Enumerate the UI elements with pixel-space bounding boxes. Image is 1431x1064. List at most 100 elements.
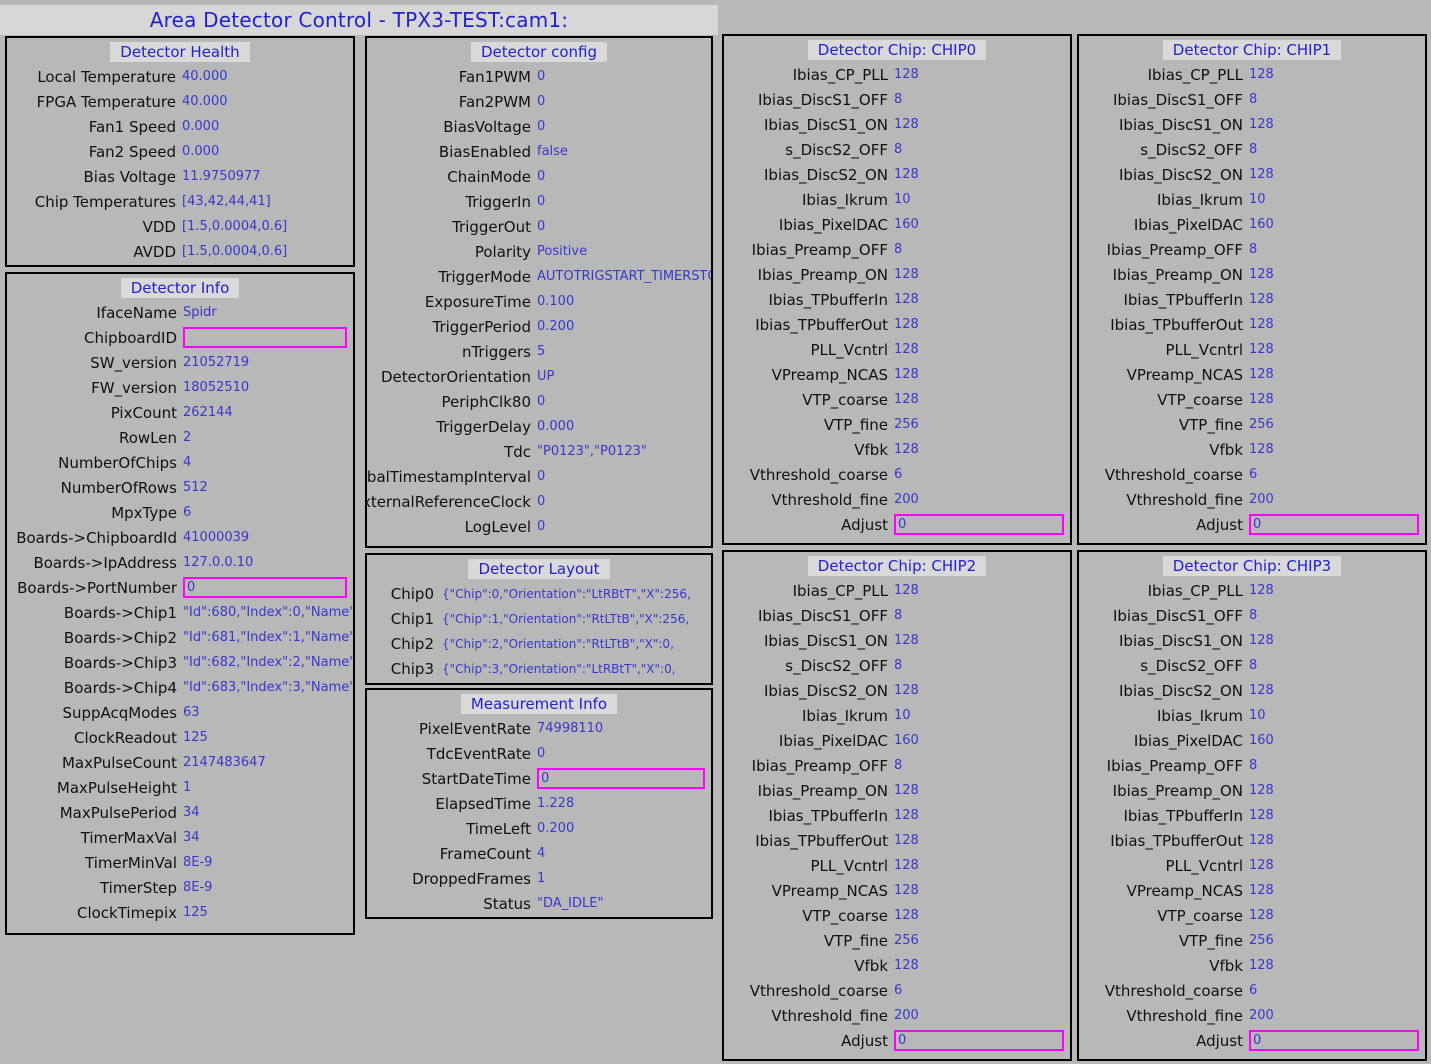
panel-title-detector-health: Detector Health — [110, 42, 250, 62]
param-label: Ibias_TPbufferIn — [1123, 806, 1243, 825]
param-row: ChipboardID — [7, 325, 353, 350]
param-row: MaxPulsePeriod 34 — [7, 800, 353, 825]
param-row: VTP_fine 256 — [724, 412, 1070, 437]
param-input-adjust[interactable]: 0 — [894, 1030, 1064, 1051]
param-label: Ibias_Preamp_ON — [757, 781, 888, 800]
param-label: Ibias_Preamp_OFF — [751, 240, 888, 259]
param-label: Ibias_Preamp_ON — [757, 265, 888, 284]
param-row: ExposureTime 0.100 — [367, 289, 711, 314]
param-input-chipboardid[interactable] — [183, 327, 347, 348]
param-value: 0 — [537, 394, 546, 409]
param-value: 0 — [537, 94, 546, 109]
param-row: Ibias_PixelDAC 160 — [724, 212, 1070, 237]
param-row: TriggerMode AUTOTRIGSTART_TIMERSTOP — [367, 264, 711, 289]
param-row: Bias Voltage 11.9750977 — [7, 164, 353, 189]
param-row: Ibias_Preamp_ON 128 — [724, 778, 1070, 803]
param-label: TdcEventRate — [426, 744, 531, 763]
param-label: Ibias_Ikrum — [1156, 190, 1243, 209]
param-label: Bias Voltage — [83, 167, 177, 186]
param-input-adjust[interactable]: 0 — [1249, 1030, 1419, 1051]
param-label: s_DiscS2_OFF — [785, 140, 888, 159]
param-value: 128 — [1249, 908, 1274, 923]
param-row: VTP_coarse 128 — [1079, 903, 1425, 928]
param-row: Ibias_TPbufferIn 128 — [724, 803, 1070, 828]
param-value: 8 — [894, 758, 903, 773]
param-row: Ibias_DiscS1_OFF 8 — [724, 87, 1070, 112]
param-row: Vfbk 128 — [724, 953, 1070, 978]
param-value: 0.200 — [537, 821, 575, 836]
panel-detector-config: Detector config Fan1PWM 0 Fan2PWM 0 BiasVolt… — [365, 36, 713, 548]
param-label: Vthreshold_coarse — [1104, 981, 1243, 1000]
param-label: VTP_coarse — [802, 906, 888, 925]
param-value: UP — [537, 369, 555, 384]
param-row: Chip2 {"Chip":2,"Orientation":"RtLTtB","X… — [367, 631, 711, 656]
param-value: 128 — [1249, 958, 1274, 973]
param-row: Ibias_TPbufferOut 128 — [1079, 828, 1425, 853]
param-value: 8 — [1249, 758, 1258, 773]
param-row: Ibias_DiscS2_ON 128 — [724, 678, 1070, 703]
param-label: Fan2PWM — [458, 92, 531, 111]
param-value: 18052510 — [183, 380, 250, 395]
param-input-wrapper: 0 — [894, 1030, 1070, 1051]
param-label: Adjust — [841, 515, 888, 534]
param-label: DetectorOrientation — [380, 367, 531, 386]
param-row: SuppAcqModes 63 — [7, 700, 353, 725]
param-row: VTP_coarse 128 — [724, 387, 1070, 412]
param-label: PixCount — [110, 403, 177, 422]
param-row: Status "DA_IDLE" — [367, 891, 711, 916]
param-row: DroppedFrames 1 — [367, 866, 711, 891]
param-value: 6 — [1249, 983, 1258, 998]
param-value: {"Chip":2,"Orientation":"RtLTtB","X":0, — [442, 636, 674, 651]
param-label: ElapsedTime — [435, 794, 531, 813]
param-value: 8 — [1249, 142, 1258, 157]
param-label: s_DiscS2_OFF — [1140, 140, 1243, 159]
param-value: 6 — [183, 505, 192, 520]
param-value: 128 — [1249, 342, 1274, 357]
param-label: Adjust — [1196, 1031, 1243, 1050]
param-row: VTP_fine 256 — [1079, 928, 1425, 953]
param-label: Ibias_CP_PLL — [792, 65, 888, 84]
param-label: IfaceName — [96, 303, 177, 322]
param-label: Ibias_Ikrum — [1156, 706, 1243, 725]
param-value: 512 — [183, 480, 208, 495]
param-row: TriggerIn 0 — [367, 189, 711, 214]
param-label: TriggerPeriod — [432, 317, 531, 336]
param-row: PixCount 262144 — [7, 400, 353, 425]
param-row: Ibias_Preamp_OFF 8 — [1079, 237, 1425, 262]
param-row: s_DiscS2_OFF 8 — [724, 653, 1070, 678]
rows-measurement-info: PixelEventRate 74998110 TdcEventRate 0 Start… — [367, 716, 711, 916]
param-input-adjust[interactable]: 0 — [1249, 514, 1419, 535]
param-label: Ibias_DiscS1_OFF — [757, 606, 888, 625]
panel-title-measurement-info: Measurement Info — [460, 694, 618, 714]
panel-detector-chip-0: Detector Chip: CHIP0 Ibias_CP_PLL 128 Ibia… — [722, 34, 1072, 545]
rows-chip-1: Ibias_CP_PLL 128 Ibias_DiscS1_OFF 8 Ibias_Di… — [1079, 62, 1425, 537]
param-row: TriggerDelay 0.000 — [367, 414, 711, 439]
param-label: Vthreshold_coarse — [1104, 465, 1243, 484]
param-label: FrameCount — [439, 844, 531, 863]
param-value: 0.000 — [182, 119, 220, 134]
param-label: Ibias_DiscS1_OFF — [1112, 606, 1243, 625]
param-input-adjust[interactable]: 0 — [894, 514, 1064, 535]
param-label: FW_version — [91, 378, 177, 397]
param-label: SuppAcqModes — [62, 703, 177, 722]
param-label: VTP_fine — [823, 415, 888, 434]
param-row: FW_version 18052510 — [7, 375, 353, 400]
param-input-boards-portnumber[interactable]: 0 — [183, 577, 347, 598]
param-label: Vthreshold_fine — [771, 1006, 888, 1025]
param-input-startdatetime[interactable]: 0 — [537, 768, 705, 789]
param-label: Ibias_Preamp_OFF — [751, 756, 888, 775]
param-value: 2147483647 — [183, 755, 266, 770]
param-label: Ibias_TPbufferOut — [755, 315, 888, 334]
param-row: Tdc "P0123","P0123" — [367, 439, 711, 464]
param-row: Ibias_TPbufferIn 128 — [1079, 287, 1425, 312]
param-label: Boards->Chip1 — [63, 603, 177, 622]
window-title-bar: Area Detector Control - TPX3-TEST:cam1: — [0, 5, 718, 35]
param-row: MaxPulseCount 2147483647 — [7, 750, 353, 775]
param-label: TriggerIn — [465, 192, 531, 211]
param-label: Status — [483, 894, 531, 913]
param-row: TriggerOut 0 — [367, 214, 711, 239]
param-row: TimerMinVal 8E-9 — [7, 850, 353, 875]
panel-title-detector-layout: Detector Layout — [468, 559, 610, 579]
panel-title-detector-config: Detector config — [470, 42, 608, 62]
param-row: Ibias_Preamp_OFF 8 — [1079, 753, 1425, 778]
